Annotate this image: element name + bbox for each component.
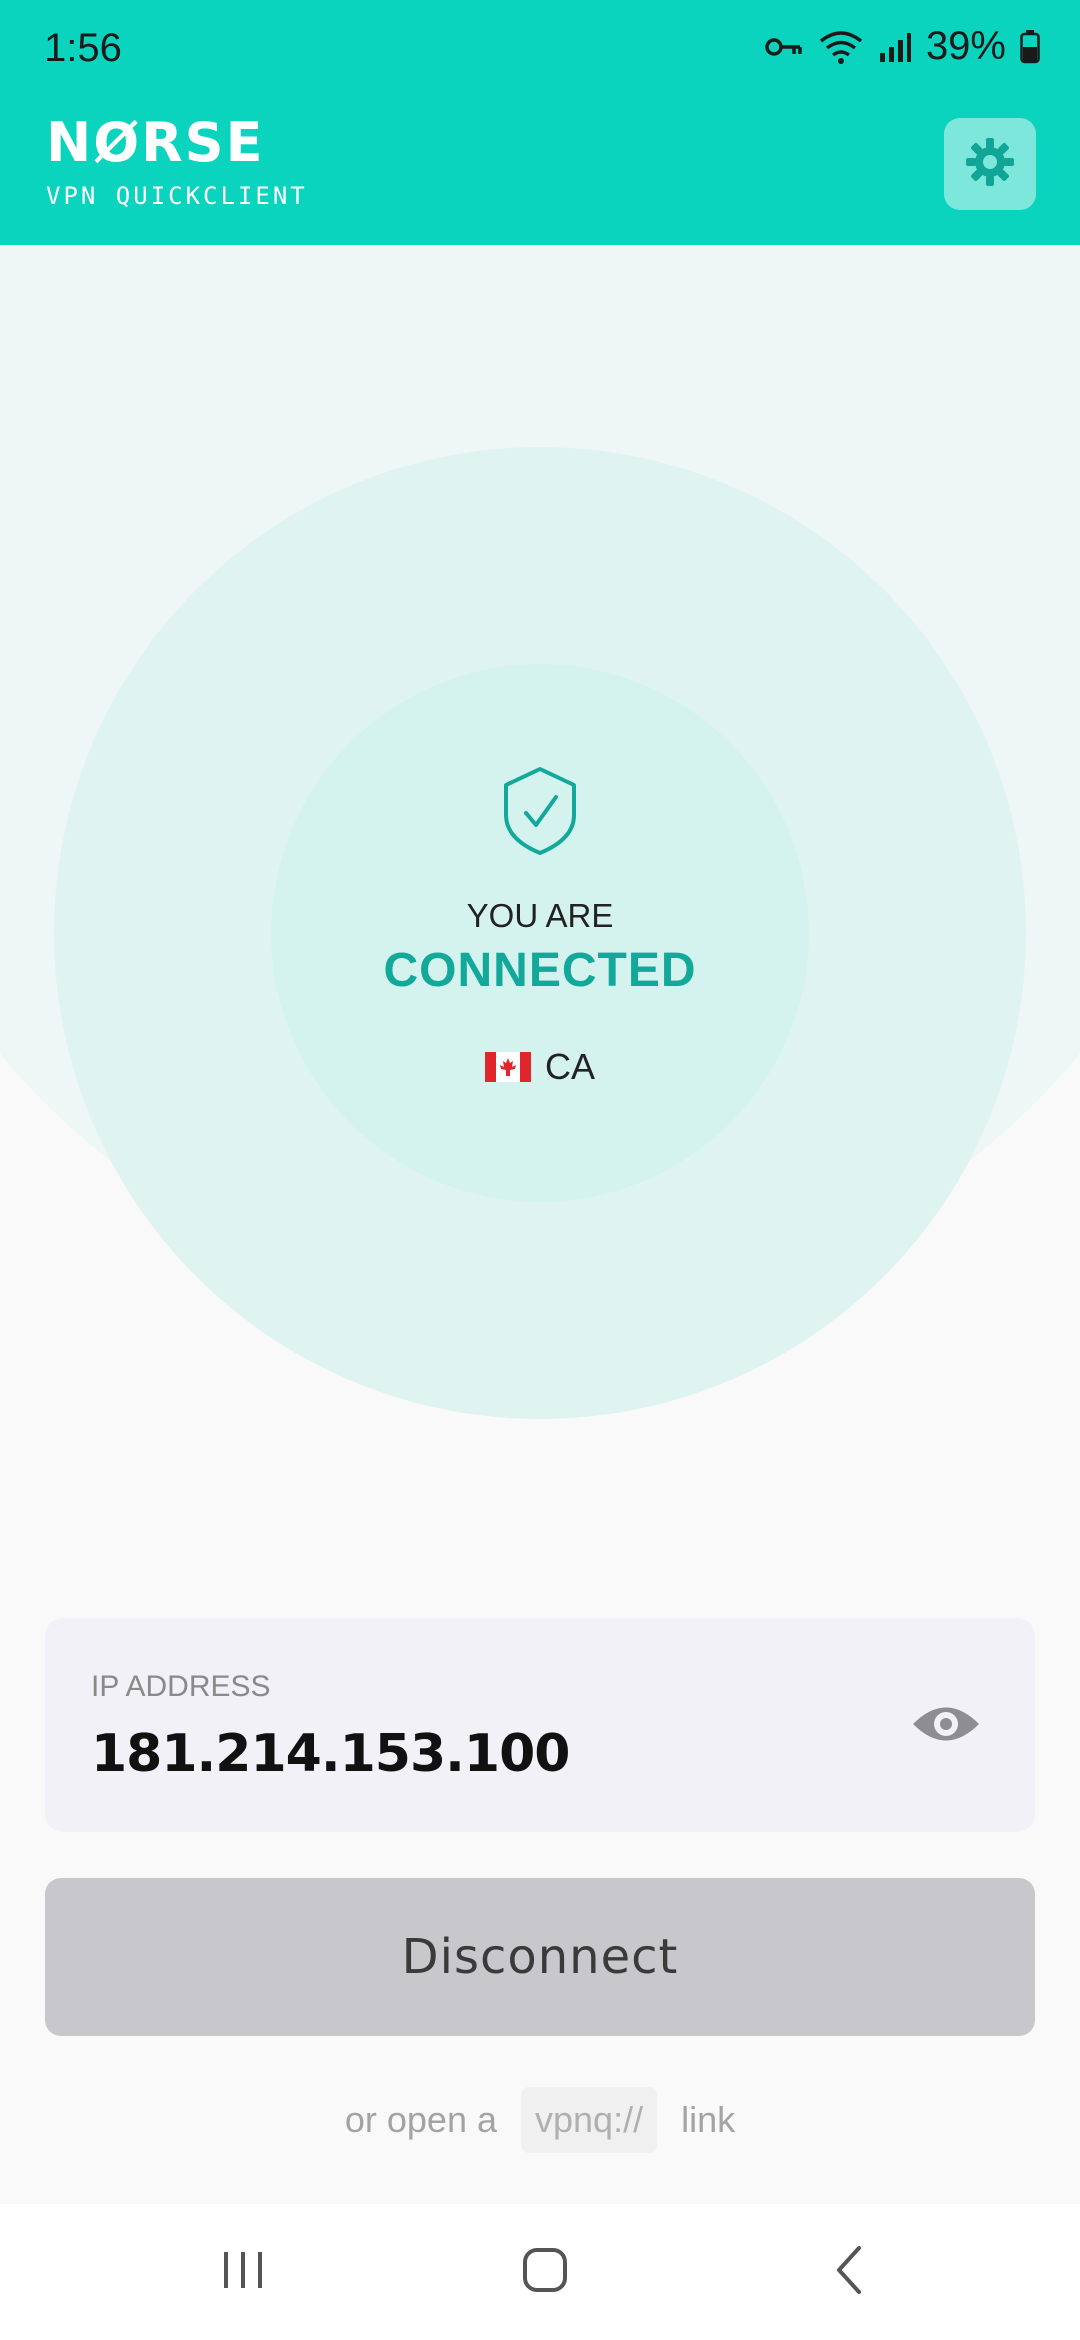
- connection-status: YOU ARE CONNECTED CA: [0, 765, 1080, 1088]
- battery-percent: 39%: [925, 24, 1006, 68]
- link-hint-suffix: link: [681, 2099, 736, 2140]
- vpn-key-icon: [764, 33, 804, 61]
- back-button[interactable]: [799, 2236, 899, 2308]
- ip-address-card: IP ADDRESS 181.214.153.100: [45, 1618, 1035, 1832]
- ip-address-label: IP ADDRESS: [91, 1670, 271, 1703]
- recent-apps-icon: [218, 2248, 268, 2297]
- shield-check-icon: [500, 765, 580, 857]
- disconnect-button[interactable]: Disconnect: [45, 1878, 1035, 2036]
- brand-name: NØRSE: [46, 111, 265, 174]
- home-button[interactable]: [495, 2236, 595, 2308]
- country-code: CA: [544, 1046, 595, 1087]
- home-icon: [520, 2245, 570, 2300]
- gear-icon: [964, 136, 1016, 193]
- status-label: CONNECTED: [383, 944, 697, 997]
- status-bar: 1:56 39%: [0, 0, 1080, 104]
- recent-apps-button[interactable]: [193, 2236, 293, 2308]
- wifi-icon: [818, 29, 864, 65]
- app-header: 1:56 39% NØRSE VPN QUICKCLIENT: [0, 0, 1080, 245]
- eye-icon: [911, 1701, 981, 1752]
- brand-subtitle: VPN QUICKCLIENT: [46, 182, 308, 210]
- back-icon: [829, 2244, 869, 2301]
- ip-address-value: 181.214.153.100: [91, 1724, 570, 1784]
- open-link-hint: or open a vpnq:// link: [0, 2082, 1080, 2158]
- status-prefix: YOU ARE: [466, 897, 614, 934]
- status-icons: 39%: [764, 24, 1040, 69]
- canada-flag-icon: [484, 1052, 531, 1082]
- toggle-ip-visibility-button[interactable]: [911, 1696, 981, 1756]
- status-time: 1:56: [44, 26, 122, 70]
- link-scheme-chip: vpnq://: [521, 2087, 658, 2153]
- system-navbar: [0, 2204, 1080, 2340]
- link-hint-prefix: or open a: [344, 2099, 497, 2140]
- server-location: CA: [0, 1046, 1080, 1088]
- brand-logo: NØRSE VPN QUICKCLIENT: [46, 111, 308, 211]
- signal-icon: [878, 31, 912, 63]
- battery-icon: [1020, 29, 1040, 64]
- settings-button[interactable]: [944, 118, 1036, 210]
